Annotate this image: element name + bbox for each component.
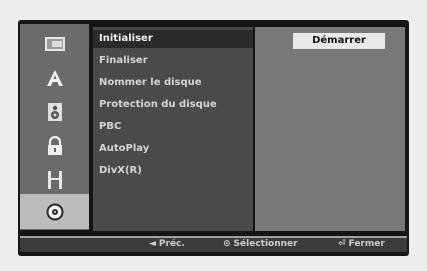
language-a-icon xyxy=(45,68,65,88)
lock-icon xyxy=(46,136,64,156)
menu-item-initialize[interactable]: Initialiser xyxy=(93,30,253,48)
prev-label: Préc. xyxy=(158,239,185,249)
prev-hint: ◄ Préc. xyxy=(149,239,185,249)
sidebar-item-disc-settings[interactable] xyxy=(20,194,89,229)
enter-circle-icon: ⊙ xyxy=(223,239,231,249)
start-button[interactable]: Démarrer xyxy=(293,33,385,49)
menu-item-finalize[interactable]: Finaliser xyxy=(93,52,253,70)
help-bar: ◄ Préc. ⊙ Sélectionner ⏎ Fermer xyxy=(20,236,407,252)
return-icon: ⏎ xyxy=(338,239,346,249)
menu-item-autoplay[interactable]: AutoPlay xyxy=(93,140,253,158)
disc-menu: Initialiser Finaliser Nommer le disque P… xyxy=(93,27,253,231)
sidebar-item-lock[interactable] xyxy=(20,128,89,164)
close-label: Fermer xyxy=(348,239,385,249)
menu-item-disc-protect[interactable]: Protection du disque xyxy=(93,96,253,114)
menu-item-pbc[interactable]: PBC xyxy=(93,118,253,136)
select-hint: ⊙ Sélectionner xyxy=(223,239,298,249)
option-panel xyxy=(255,27,405,231)
close-hint: ⏎ Fermer xyxy=(338,239,385,249)
menu-item-divx[interactable]: DivX(R) xyxy=(93,162,253,180)
category-sidebar xyxy=(20,24,89,230)
left-arrow-icon: ◄ xyxy=(149,239,156,249)
sidebar-item-recording[interactable] xyxy=(20,162,89,198)
select-label: Sélectionner xyxy=(233,239,298,249)
sidebar-item-audio[interactable] xyxy=(20,94,89,130)
menu-item-disc-name[interactable]: Nommer le disque xyxy=(93,74,253,92)
sidebar-item-disc[interactable] xyxy=(20,26,89,62)
film-icon xyxy=(47,170,63,190)
disc-icon xyxy=(44,36,66,52)
audio-speaker-icon xyxy=(46,102,64,122)
disc-settings-icon xyxy=(45,202,65,222)
sidebar-item-language[interactable] xyxy=(20,60,89,96)
